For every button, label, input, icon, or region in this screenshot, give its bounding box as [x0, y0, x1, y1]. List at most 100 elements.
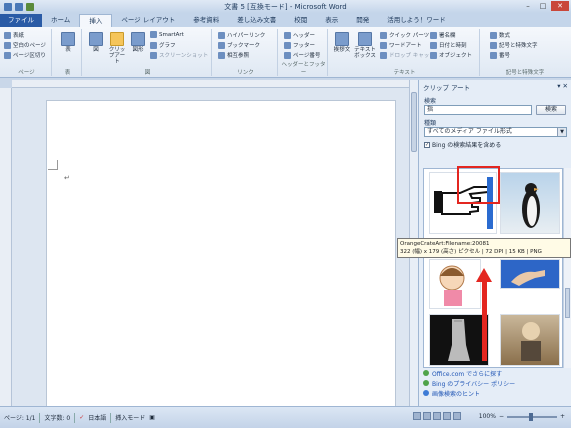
- pane-scrollbar[interactable]: [563, 168, 571, 368]
- vertical-ruler[interactable]: [0, 88, 12, 406]
- draft-icon[interactable]: [453, 412, 461, 420]
- zoom-in-icon[interactable]: +: [560, 413, 565, 420]
- maximize-button[interactable]: □: [536, 1, 550, 11]
- cartoon-girl-icon: [439, 265, 465, 306]
- insert-mode[interactable]: 挿入モード: [115, 413, 145, 422]
- group-header-footer: ヘッダー フッター ページ番号 ヘッダーとフッター: [280, 29, 328, 76]
- document-page[interactable]: [46, 100, 396, 410]
- number-icon: [490, 51, 497, 59]
- cover-page-button[interactable]: 表紙: [4, 31, 24, 39]
- wordart-button[interactable]: ワードアート: [380, 41, 422, 49]
- chart-button[interactable]: グラフ: [150, 41, 176, 49]
- smartart-button[interactable]: SmartArt: [150, 31, 184, 38]
- drop-cap-icon: [380, 51, 387, 59]
- language[interactable]: 日本語: [88, 413, 106, 422]
- group-links: ハイパーリンク ブックマーク 相互参照 リンク: [214, 29, 278, 76]
- tab-page-layout[interactable]: ページ レイアウト: [112, 14, 184, 27]
- picture-button[interactable]: 図: [87, 32, 105, 53]
- close-button[interactable]: ✕: [551, 1, 569, 11]
- paragraph-mark-icon: ↵: [64, 174, 70, 182]
- zoom-out-icon[interactable]: −: [499, 413, 504, 420]
- office-icon: [423, 370, 429, 376]
- tab-custom[interactable]: 活用しよう！ワード: [378, 14, 455, 27]
- bookmark-button[interactable]: ブックマーク: [218, 41, 260, 49]
- hyperlink-icon: [218, 31, 225, 39]
- scroll-thumb[interactable]: [411, 92, 417, 152]
- tab-references[interactable]: 参考資料: [184, 14, 228, 27]
- bookmark-icon: [218, 41, 225, 49]
- clipart-result-girl[interactable]: [429, 259, 481, 309]
- bing-checkbox[interactable]: ✓ Bing の検索結果を含める: [424, 140, 501, 149]
- textbox-button[interactable]: テキストボックス: [354, 32, 376, 59]
- shapes-button[interactable]: 図形: [129, 32, 147, 53]
- hyperlink-button[interactable]: ハイパーリンク: [218, 31, 265, 39]
- search-button[interactable]: 検索: [536, 105, 566, 115]
- zoom-level[interactable]: 100%: [479, 413, 496, 420]
- table-button[interactable]: 表: [59, 32, 77, 53]
- zoom-control: 100% − +: [479, 412, 565, 421]
- quick-parts-button[interactable]: クイック パーツ: [380, 31, 429, 39]
- search-input[interactable]: 指: [424, 105, 532, 115]
- proofing-icon[interactable]: ✓: [79, 414, 84, 421]
- search-tips-link[interactable]: 画像検索のヒント: [423, 388, 571, 398]
- document-area[interactable]: ↵: [12, 88, 409, 410]
- group-label: 記号と特殊文字: [505, 70, 545, 76]
- date-time-button[interactable]: 日付と時刻: [430, 41, 467, 49]
- zoom-slider[interactable]: [506, 412, 557, 421]
- clipart-icon: [110, 32, 124, 46]
- scroll-thumb[interactable]: [565, 288, 570, 318]
- tab-mailings[interactable]: 差し込み文書: [228, 14, 285, 27]
- tab-view[interactable]: 表示: [316, 14, 347, 27]
- clipart-result-photo[interactable]: [500, 314, 560, 366]
- tab-home[interactable]: ホーム: [42, 14, 79, 27]
- equation-button[interactable]: 数式: [490, 31, 510, 39]
- object-icon: [430, 51, 437, 59]
- ribbon: 表紙 空白のページ ページ区切り ページ 表 表 図 クリップアート 図形 Sm…: [0, 27, 571, 78]
- office-com-link[interactable]: Office.com でさらに探す: [423, 368, 571, 378]
- numbering-button[interactable]: 番号: [490, 51, 510, 59]
- type-label: 種類: [424, 120, 437, 127]
- arrow-up-icon: [476, 268, 492, 282]
- minimize-button[interactable]: –: [521, 1, 535, 11]
- tab-developer[interactable]: 開発: [347, 14, 378, 27]
- group-label: ヘッダーとフッター: [281, 62, 326, 76]
- clipart-result-blue-finger[interactable]: [500, 259, 560, 289]
- horizontal-ruler[interactable]: [12, 80, 414, 88]
- drop-cap-button[interactable]: ドロップ キャップ: [380, 51, 435, 59]
- quick-parts-icon: [380, 31, 387, 39]
- page-count[interactable]: ページ: 1/1: [4, 413, 35, 422]
- web-layout-icon[interactable]: [433, 412, 441, 420]
- page-number-button[interactable]: ページ番号: [284, 51, 320, 59]
- word-count[interactable]: 文字数: 0: [44, 413, 70, 422]
- tab-insert[interactable]: 挿入: [79, 14, 113, 27]
- outline-icon[interactable]: [443, 412, 451, 420]
- print-layout-icon[interactable]: [413, 412, 421, 420]
- tab-file[interactable]: ファイル: [0, 14, 42, 27]
- symbol-button[interactable]: 記号と特殊文字: [490, 41, 538, 49]
- tab-review[interactable]: 校閲: [285, 14, 316, 27]
- cross-reference-button[interactable]: 相互参照: [218, 51, 249, 59]
- clipart-result-penguin[interactable]: [500, 172, 560, 234]
- header-button[interactable]: ヘッダー: [284, 31, 315, 39]
- zoom-knob[interactable]: [528, 412, 533, 421]
- greeting-button[interactable]: 挨拶文: [333, 32, 351, 53]
- footer-icon: [284, 41, 291, 49]
- fullscreen-icon[interactable]: [423, 412, 431, 420]
- macro-icon[interactable]: ▣: [149, 414, 155, 421]
- object-button[interactable]: オブジェクト: [430, 51, 472, 59]
- footer-button[interactable]: フッター: [284, 41, 315, 49]
- group-label: ページ: [18, 70, 35, 76]
- group-table: 表 表: [54, 29, 82, 76]
- group-label: テキスト: [393, 70, 416, 76]
- clipart-button[interactable]: クリップアート: [108, 32, 126, 65]
- bing-privacy-link[interactable]: Bing のプライバシー ポリシー: [423, 378, 571, 388]
- clipart-result-xray[interactable]: [429, 314, 489, 366]
- group-illustrations: 図 クリップアート 図形 SmartArt グラフ スクリーンショット 図: [84, 29, 212, 76]
- close-icon[interactable]: ▾ ✕: [557, 82, 568, 90]
- media-type-select[interactable]: すべてのメディア ファイル形式 ▼: [424, 127, 567, 137]
- screenshot-button[interactable]: スクリーンショット: [150, 51, 208, 59]
- margin-corner-mark: [48, 160, 58, 170]
- signature-line-button[interactable]: 署名欄: [430, 31, 456, 39]
- page-break-button[interactable]: ページ区切り: [4, 51, 46, 59]
- blank-page-button[interactable]: 空白のページ: [4, 41, 46, 49]
